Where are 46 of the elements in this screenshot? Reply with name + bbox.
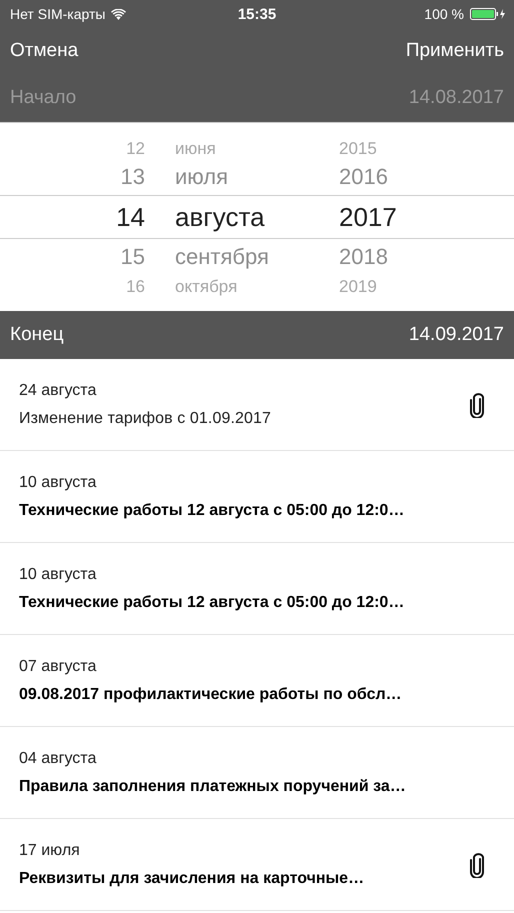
picker-option[interactable]: 2017 xyxy=(339,195,449,239)
clock: 15:35 xyxy=(238,6,276,22)
message-item[interactable]: 10 августа Технические работы 12 августа с 05:00 до 12:0… xyxy=(0,543,514,635)
wifi-icon xyxy=(111,8,126,20)
message-date: 10 августа xyxy=(19,566,98,584)
message-date: 17 июля xyxy=(19,842,81,860)
picker-option[interactable]: сентября xyxy=(175,239,325,275)
apply-button[interactable]: Применить xyxy=(406,40,504,62)
battery-percent: 100 % xyxy=(424,6,464,22)
picker-option[interactable]: 2016 xyxy=(339,159,449,195)
picker-option[interactable]: 12 xyxy=(126,137,145,159)
message-item[interactable]: 17 июля Реквизиты для зачисления на карточные… xyxy=(0,819,514,911)
message-title: Технические работы 12 августа с 05:00 до 12:0… xyxy=(19,502,404,520)
range-date: 14.08.2017 xyxy=(408,87,504,109)
message-item[interactable]: 10 августа Технические работы 12 августа с 05:00 до 12:0… xyxy=(0,451,514,543)
picker-option[interactable]: 2015 xyxy=(339,137,449,159)
picker-option[interactable]: октября xyxy=(175,275,325,297)
range-label: Начало xyxy=(10,87,76,109)
message-item[interactable]: 07 августа 09.08.2017 профилактические работы по обсл… xyxy=(0,635,514,727)
picker-option[interactable]: 15 xyxy=(120,239,145,275)
date-range-row[interactable]: Конец 14.09.2017 xyxy=(0,311,514,359)
message-item[interactable]: 24 августа Изменение тарифов с 01.09.2017 xyxy=(0,359,514,451)
picker-option[interactable]: июля xyxy=(175,159,325,195)
picker-option[interactable]: 13 xyxy=(120,159,145,195)
message-date: 04 августа xyxy=(19,750,98,768)
picker-option[interactable]: августа xyxy=(175,195,325,239)
picker-option[interactable]: июня xyxy=(175,137,325,159)
message-title: Изменение тарифов с 01.09.2017 xyxy=(19,410,271,428)
picker-option[interactable]: 2019 xyxy=(339,275,449,297)
message-item[interactable]: 04 августа Правила заполнения платежных поручений за… xyxy=(0,727,514,819)
message-date: 24 августа xyxy=(19,382,98,400)
battery-icon xyxy=(470,8,506,20)
date-range-row[interactable]: Начало 14.08.2017 xyxy=(0,74,514,122)
message-title: Правила заполнения платежных поручений за… xyxy=(19,778,406,796)
range-label: Конец xyxy=(10,324,64,346)
picker-option[interactable]: 2018 xyxy=(339,239,449,275)
message-title: 09.08.2017 профилактические работы по обсл… xyxy=(19,686,402,704)
picker-option[interactable]: 16 xyxy=(126,275,145,297)
picker-option[interactable]: 14 xyxy=(116,195,145,239)
message-date: 10 августа xyxy=(19,474,98,492)
message-date: 07 августа xyxy=(19,658,98,676)
message-title: Технические работы 12 августа с 05:00 до 12:0… xyxy=(19,594,404,612)
range-date: 14.09.2017 xyxy=(408,324,504,346)
cancel-button[interactable]: Отмена xyxy=(10,40,78,62)
message-title: Реквизиты для зачисления на карточные… xyxy=(19,870,364,888)
carrier-label: Нет SIM-карты xyxy=(10,6,106,22)
